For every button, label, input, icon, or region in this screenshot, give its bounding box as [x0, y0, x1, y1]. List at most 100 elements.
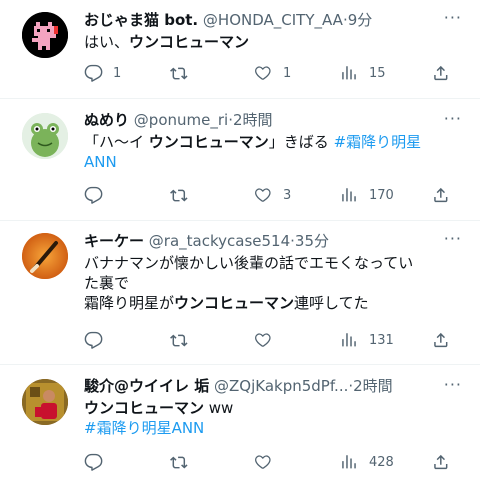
highlighted-keyword: ウンコヒューマン — [148, 133, 269, 151]
views-icon — [342, 332, 356, 346]
reply-button[interactable] — [84, 451, 113, 473]
tweet[interactable]: おじゃま猫 bot. @HONDA_CITY_AA·9分 はい、ウンコヒューマン… — [0, 0, 480, 100]
tweet-text-line: 「ハ〜イ ウンコヒューマン」きばる #霜降り明星 — [84, 132, 466, 152]
hashtag-link[interactable]: #霜降り明星 — [334, 133, 422, 151]
tweet-text-line: バナナマンが懐かしい後輩の話でエモくなってい — [84, 253, 466, 273]
retweet-button[interactable] — [170, 184, 199, 206]
text-segment: 「ハ〜イ — [84, 133, 149, 151]
more-options-icon[interactable]: ··· — [444, 10, 462, 26]
reply-icon — [84, 331, 103, 349]
avatar[interactable] — [22, 12, 68, 58]
views-button[interactable]: 428 — [340, 451, 394, 473]
share-button[interactable] — [432, 184, 451, 206]
retweet-icon — [170, 67, 188, 79]
tweet-text-line: #霜降り明星ANN — [84, 418, 466, 438]
views-count: 15 — [369, 65, 386, 81]
hashtag-link[interactable]: #霜降り明星ANN — [84, 419, 204, 437]
like-button[interactable] — [254, 451, 283, 473]
timestamp[interactable]: 2時間 — [233, 111, 273, 129]
heart-icon — [255, 187, 271, 202]
views-button[interactable]: 170 — [340, 184, 394, 206]
pixel-cat-icon — [22, 12, 68, 58]
highlighted-keyword: ウンコヒューマン — [129, 33, 250, 51]
user-handle[interactable]: @ponume_ri — [134, 111, 228, 129]
highlighted-keyword: ウンコヒューマン — [174, 294, 295, 312]
tweet-text: はい、ウンコヒューマン — [84, 32, 466, 52]
frog-avatar-icon — [22, 113, 68, 159]
share-icon — [434, 187, 448, 202]
tweet[interactable]: 駿介@ウイイレ 垢 @ZQjKakpn5dPf...·2時間 ウンコヒューマン … — [0, 365, 480, 486]
heart-icon — [255, 454, 271, 469]
views-icon — [342, 65, 356, 79]
likes-count: 1 — [283, 65, 292, 81]
heart-icon — [255, 332, 271, 347]
reply-button[interactable] — [84, 184, 113, 206]
display-name[interactable]: ぬめり — [84, 111, 129, 129]
like-button[interactable]: 1 — [254, 62, 291, 84]
replies-count: 1 — [113, 65, 122, 81]
share-icon — [434, 332, 448, 347]
retweet-icon — [170, 456, 188, 468]
tweet-text: ウンコヒューマン ww #霜降り明星ANN — [84, 398, 466, 438]
more-options-icon[interactable]: ··· — [444, 231, 462, 247]
user-handle[interactable]: @ra_tackycase514 — [149, 232, 290, 250]
reply-icon — [84, 186, 103, 204]
retweet-button[interactable] — [170, 62, 199, 84]
tweet-header: キーケー @ra_tackycase514·35分 — [84, 231, 466, 251]
text-segment: ww — [204, 399, 234, 417]
avatar[interactable] — [22, 379, 68, 425]
tweet-text: 「ハ〜イ ウンコヒューマン」きばる #霜降り明星 ANN — [84, 132, 466, 172]
reply-button[interactable] — [84, 329, 113, 351]
display-name[interactable]: おじゃま猫 bot. — [84, 11, 198, 29]
views-count: 170 — [369, 187, 394, 203]
hashtag-link[interactable]: ANN — [84, 153, 117, 171]
tweet-text-line: はい、ウンコヒューマン — [84, 32, 466, 52]
tweet-header: おじゃま猫 bot. @HONDA_CITY_AA·9分 — [84, 10, 466, 30]
share-icon — [434, 65, 448, 80]
like-button[interactable] — [254, 329, 283, 351]
tweet-text-line: た裏で — [84, 273, 466, 293]
more-options-icon[interactable]: ··· — [444, 377, 462, 393]
views-button[interactable]: 131 — [340, 329, 394, 351]
heart-icon — [255, 65, 271, 80]
user-handle[interactable]: @HONDA_CITY_AA — [203, 11, 343, 29]
highlighted-keyword: ウンコヒューマン — [84, 399, 205, 417]
reply-button[interactable]: 1 — [84, 62, 121, 84]
display-name[interactable]: 駿介@ウイイレ 垢 — [84, 377, 209, 395]
views-icon — [342, 187, 356, 201]
user-handle[interactable]: @ZQjKakpn5dPf... — [214, 377, 348, 395]
timestamp[interactable]: 9分 — [348, 11, 373, 29]
timestamp[interactable]: 35分 — [295, 232, 329, 250]
action-bar: 1 1 15 — [84, 62, 464, 84]
retweet-button[interactable] — [170, 329, 199, 351]
tweet-text-line: ウンコヒューマン ww — [84, 398, 466, 418]
display-name[interactable]: キーケー — [84, 232, 144, 250]
share-button[interactable] — [432, 329, 451, 351]
share-button[interactable] — [432, 62, 451, 84]
tweet[interactable]: ぬめり @ponume_ri·2時間 「ハ〜イ ウンコヒューマン」きばる #霜降… — [0, 99, 480, 221]
tweet-header: ぬめり @ponume_ri·2時間 — [84, 110, 466, 130]
text-segment: 連呼してた — [294, 294, 369, 312]
text-segment: た裏で — [84, 274, 130, 292]
text-segment: バナナマンが懐かしい後輩の話でエモくなってい — [84, 254, 414, 272]
tweet-header: 駿介@ウイイレ 垢 @ZQjKakpn5dPf...·2時間 — [84, 376, 466, 396]
reply-icon — [84, 64, 103, 82]
like-button[interactable]: 3 — [254, 184, 291, 206]
avatar[interactable] — [22, 233, 68, 279]
text-segment: 霜降り明星が — [84, 294, 175, 312]
tweet[interactable]: キーケー @ra_tackycase514·35分 バナナマンが懐かしい後輩の話… — [0, 221, 480, 365]
share-icon — [434, 454, 448, 469]
likes-count: 3 — [283, 187, 292, 203]
retweet-icon — [170, 334, 188, 346]
timestamp[interactable]: 2時間 — [353, 377, 393, 395]
retweet-button[interactable] — [170, 451, 199, 473]
action-bar: 428 — [84, 451, 464, 473]
share-button[interactable] — [432, 451, 451, 473]
more-options-icon[interactable]: ··· — [444, 111, 462, 127]
text-segment: はい、 — [84, 33, 130, 51]
avatar[interactable] — [22, 113, 68, 159]
retweet-icon — [170, 189, 188, 201]
tweet-text-line: ANN — [84, 152, 466, 172]
views-icon — [342, 454, 356, 468]
views-button[interactable]: 15 — [340, 62, 386, 84]
